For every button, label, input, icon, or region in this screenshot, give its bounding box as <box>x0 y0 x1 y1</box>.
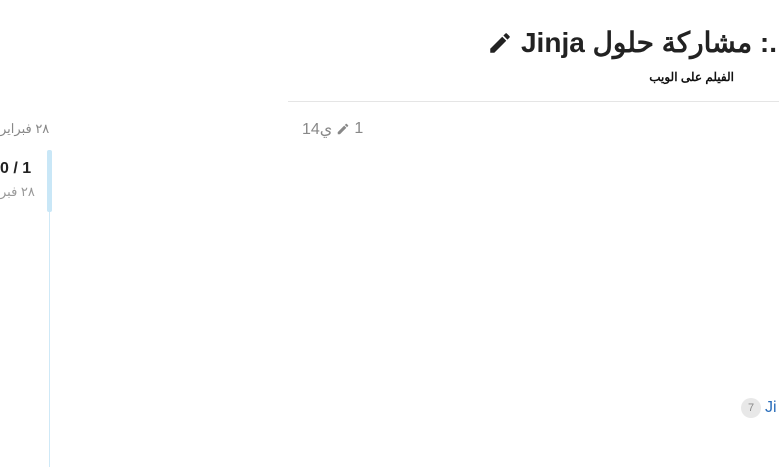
timeline-date-start: ٢٨ فبراير <box>0 121 50 136</box>
page-title-text: .: مشاركة حلول Jinja <box>520 27 777 58</box>
tag-count-badge: 7 <box>741 398 761 418</box>
header-divider <box>288 101 779 102</box>
page-title: .: مشاركة حلول Jinja <box>487 26 777 59</box>
pencil-icon[interactable] <box>487 30 513 56</box>
tag-link[interactable]: Ji <box>765 399 777 417</box>
edit-count: 1 <box>354 120 364 137</box>
timeline-counter-date: ٢٨ فبر <box>0 184 35 199</box>
pencil-icon[interactable] <box>336 122 350 136</box>
page-subtitle: الفيلم على الويب <box>649 70 734 84</box>
tag-item[interactable]: 7 Ji <box>741 398 777 418</box>
timeline-counter: 0 / 1 <box>0 160 32 177</box>
timeline-handle[interactable] <box>47 150 52 212</box>
post-meta: 14ي 1 <box>302 119 363 139</box>
post-age: 14ي <box>302 121 333 138</box>
